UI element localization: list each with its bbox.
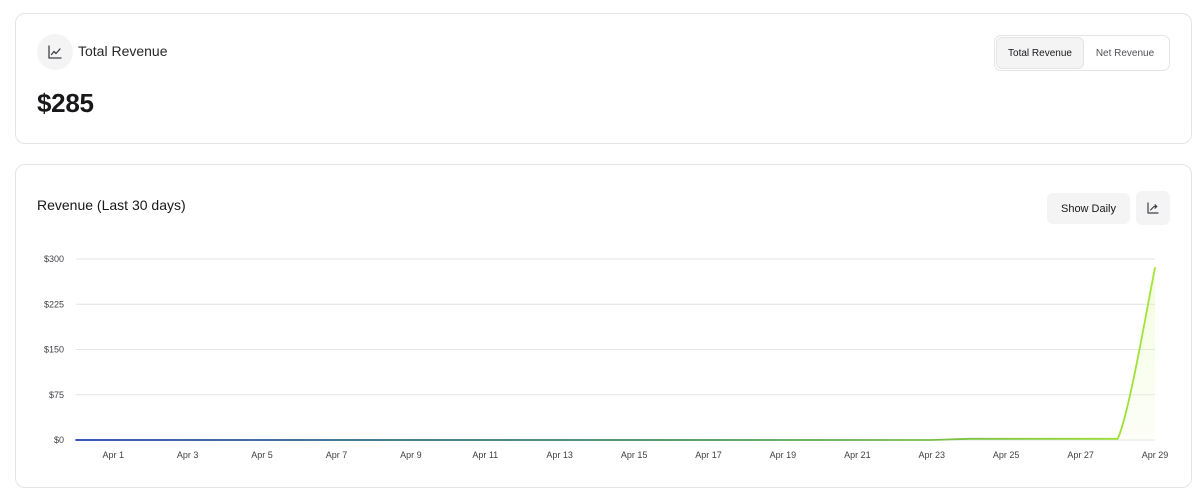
x-tick-label: Apr 13 [546, 450, 573, 460]
data-point[interactable] [706, 437, 712, 443]
data-point[interactable] [222, 437, 228, 443]
revenue-total-value: $285 [37, 88, 94, 118]
revenue-summary-card: Total Revenue $285 Total Revenue Net Rev… [15, 13, 1192, 144]
data-point[interactable] [631, 437, 637, 443]
data-point[interactable] [73, 437, 79, 443]
x-tick-label: Apr 5 [251, 450, 273, 460]
revenue-chart-card: Revenue (Last 30 days) Show Daily $0 $75 $… [15, 164, 1192, 488]
summary-title: Total Revenue [78, 43, 168, 59]
data-point[interactable] [668, 437, 674, 443]
net-revenue-tab[interactable]: Net Revenue [1083, 38, 1167, 68]
revenue-area-fill [76, 268, 1155, 440]
data-point[interactable] [892, 437, 898, 443]
data-point[interactable] [110, 437, 116, 443]
x-tick-label: Apr 21 [844, 450, 871, 460]
data-point[interactable] [147, 437, 153, 443]
data-point[interactable] [1078, 436, 1084, 442]
data-point[interactable] [1152, 265, 1158, 271]
data-point[interactable] [519, 437, 525, 443]
x-tick-label: Apr 25 [993, 450, 1020, 460]
line-chart-icon [37, 34, 73, 70]
data-point[interactable] [929, 437, 935, 443]
revenue-line-chart: $0 $75 $150 $225 $300 Apr 1 Apr 3 Apr 5 Apr 7 Ap… [44, 254, 1169, 460]
data-point[interactable] [296, 437, 302, 443]
x-tick-label: Apr 11 [472, 450, 498, 460]
y-tick-label: $300 [44, 254, 64, 264]
y-tick-label: $225 [44, 299, 64, 309]
data-point[interactable] [594, 437, 600, 443]
x-tick-label: Apr 1 [102, 450, 124, 460]
data-point[interactable] [1115, 436, 1121, 442]
x-tick-label: Apr 19 [770, 450, 797, 460]
x-tick-label: Apr 15 [621, 450, 648, 460]
data-point[interactable] [557, 437, 563, 443]
data-point[interactable] [743, 437, 749, 443]
total-revenue-tab[interactable]: Total Revenue [997, 38, 1083, 68]
x-tick-label: Apr 9 [400, 450, 422, 460]
x-tick-label: Apr 17 [695, 450, 722, 460]
data-point[interactable] [817, 437, 823, 443]
revenue-series-line [75, 267, 1156, 441]
x-tick-label: Apr 7 [326, 450, 348, 460]
x-tick-label: Apr 27 [1067, 450, 1094, 460]
data-point[interactable] [259, 437, 265, 443]
data-point[interactable] [1003, 436, 1009, 442]
revenue-type-toggle: Total Revenue Net Revenue [994, 35, 1170, 71]
y-tick-label: $0 [54, 435, 64, 445]
data-point[interactable] [408, 437, 414, 443]
data-point[interactable] [185, 437, 191, 443]
data-point[interactable] [445, 437, 451, 443]
x-tick-label: Apr 23 [918, 450, 945, 460]
data-point[interactable] [1040, 436, 1046, 442]
data-point[interactable] [333, 437, 339, 443]
x-tick-label: Apr 29 [1142, 450, 1169, 460]
data-point[interactable] [482, 437, 488, 443]
x-tick-label: Apr 3 [177, 450, 199, 460]
y-tick-label: $150 [44, 345, 64, 355]
data-point[interactable] [371, 437, 377, 443]
data-point[interactable] [966, 436, 972, 442]
data-point[interactable] [780, 437, 786, 443]
y-tick-label: $75 [49, 390, 64, 400]
data-point[interactable] [854, 437, 860, 443]
